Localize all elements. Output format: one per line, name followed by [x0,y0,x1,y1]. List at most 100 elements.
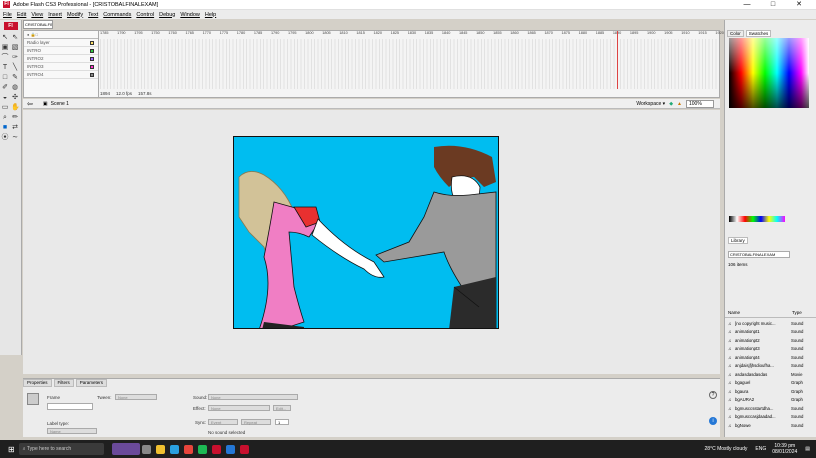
frame-grid[interactable] [100,39,719,89]
help-icon[interactable]: ? [709,391,717,399]
tab-filters[interactable]: Filters [53,379,74,387]
info-icon[interactable]: i [709,417,717,425]
minimize-button[interactable]: — [736,0,758,10]
language-indicator[interactable]: ENG [755,446,766,452]
library-doc-select[interactable]: CRISTOBALFINALEXAM [728,251,790,258]
menu-file[interactable]: File [3,12,12,18]
sync-select[interactable]: Event [208,419,238,425]
edit-effect-button[interactable]: Edit... [273,405,291,411]
vscode-icon[interactable] [226,444,236,454]
text-tool-icon[interactable]: T [1,64,9,72]
free-transform-icon[interactable]: ▣ [1,44,9,52]
library-item[interactable]: ♫ bgaguel Graph [725,379,816,388]
library-item[interactable]: ♫ asdasdasdasdas Movie [725,370,816,379]
windows-start-icon[interactable]: ⊞ [8,445,15,454]
selection-tool-icon[interactable]: ↖ [1,34,9,42]
layer-row[interactable]: INTRO3 [24,63,98,71]
name-column-header[interactable]: Name [728,310,792,317]
repeat-count-input[interactable]: 1 [275,419,289,425]
fill-color-icon[interactable]: ■ [1,124,9,132]
rectangle-tool-icon[interactable]: □ [1,74,9,82]
stage-canvas[interactable] [233,136,499,329]
flash-taskbar-icon-2[interactable] [240,444,250,454]
subselection-tool-icon[interactable]: ⇖ [11,34,19,42]
swap-colors-icon[interactable]: ⇄ [11,124,19,132]
type-column-header[interactable]: Type [792,310,802,317]
menu-edit[interactable]: Edit [17,12,26,18]
smooth-icon[interactable]: ∼ [11,134,19,142]
swatch-grid[interactable] [729,38,809,108]
zoom-tool-icon[interactable]: ⌕ [1,114,9,122]
clock[interactable]: 10:39 pm 08/01/2024 [772,443,797,455]
frame-name-input[interactable] [47,403,93,410]
tab-swatches[interactable]: Swatches [745,30,772,37]
library-item[interactable]: ♫ bgmusccasjdaadad... Sound [725,413,816,422]
stroke-color-icon[interactable]: ✏ [11,114,19,122]
library-item[interactable]: ♫ anjdaisjfjhsdioufha... Sound [725,362,816,371]
task-view-icon[interactable] [142,444,152,454]
lasso-tool-icon[interactable]: ⌒ [1,54,9,62]
tween-select[interactable]: None [115,394,157,400]
library-item[interactable]: ♫ bgmusccsstartdha... Sound [725,404,816,413]
library-item[interactable]: ♫ animationpt2 Sound [725,336,816,345]
menu-view[interactable]: View [31,12,43,18]
notification-icon[interactable]: ▤ [805,446,810,452]
library-item[interactable]: ♫ bgaura Graph [725,387,816,396]
document-tab[interactable]: CRISTOBALFINALEXAM [23,20,53,29]
label-type-select[interactable]: Name [47,428,97,434]
pencil-tool-icon[interactable]: ✎ [11,74,19,82]
repeat-select[interactable]: Repeat [241,419,271,425]
brush-tool-icon[interactable]: ✐ [1,84,9,92]
menu-window[interactable]: Window [180,12,200,18]
scene-label[interactable]: Scene 1 [51,101,69,107]
zoom-select[interactable]: 100% [686,99,714,108]
edit-scene-icon[interactable]: ◆ [669,101,673,107]
chrome-icon[interactable] [184,444,194,454]
library-item[interactable]: ♫ animationpt3 Sound [725,345,816,354]
hand-tool-icon[interactable]: ✋ [11,104,20,112]
close-button[interactable]: ✕ [788,0,810,10]
library-item[interactable]: ♫ bgNowe Sound [725,421,816,430]
file-explorer-icon[interactable] [156,444,166,454]
library-item[interactable]: ♫ [no copyright music... Sound [725,319,816,328]
menu-modify[interactable]: Modify [67,12,83,18]
layer-row[interactable]: INTRO [24,47,98,55]
menu-debug[interactable]: Debug [159,12,175,18]
eraser-tool-icon[interactable]: ▭ [1,104,9,112]
edge-icon[interactable] [170,444,180,454]
ink-bottle-icon[interactable]: ◍ [11,84,19,92]
menu-help[interactable]: Help [205,12,216,18]
layer-row[interactable]: INTRO2 [24,55,98,63]
tab-parameters[interactable]: Parameters [75,379,108,387]
edit-symbol-icon[interactable]: ▲ [677,101,682,107]
flash-taskbar-icon[interactable] [212,444,222,454]
pen-tool-icon[interactable]: ✑ [11,54,19,62]
tab-color[interactable]: Color [727,30,744,37]
line-tool-icon[interactable]: ╲ [11,64,19,72]
snap-to-objects-icon[interactable]: ⦿ [1,134,9,142]
frame-ruler[interactable]: 1785 1790 1795 1750 1760 1765 1770 1775 1780 1785… [100,31,724,39]
gradient-transform-icon[interactable]: ▧ [11,44,19,52]
library-item[interactable]: ♫ animationpt4 Sound [725,353,816,362]
library-item[interactable]: ♫ bgAURA2 Graph [725,396,816,405]
gradient-swatches[interactable] [729,216,785,222]
widgets-icon[interactable] [111,443,140,455]
menu-commands[interactable]: Commands [103,12,131,18]
library-item[interactable]: ♫ animationpt1 Sound [725,328,816,337]
menu-text[interactable]: Text [88,12,98,18]
paint-bucket-icon[interactable]: ◒ [1,94,9,102]
layer-row[interactable]: INTRO4 [24,71,98,79]
menu-control[interactable]: Control [136,12,154,18]
taskbar-search[interactable]: ⌕ Type here to search [18,443,104,455]
sound-select[interactable]: None [208,394,298,400]
workspace-button[interactable]: Workspace ▾ [636,101,665,107]
menu-insert[interactable]: Insert [48,12,62,18]
back-arrow-icon[interactable]: ⇦ [27,100,33,108]
layer-row[interactable]: Radio layer [24,39,98,47]
spotify-icon[interactable] [198,444,208,454]
library-tab-label[interactable]: Library [728,237,748,244]
playhead[interactable] [617,31,618,89]
weather-text[interactable]: 28°C Mostly cloudy [705,446,748,452]
eyedropper-icon[interactable]: ✣ [11,94,19,102]
effect-select[interactable]: None [208,405,270,411]
